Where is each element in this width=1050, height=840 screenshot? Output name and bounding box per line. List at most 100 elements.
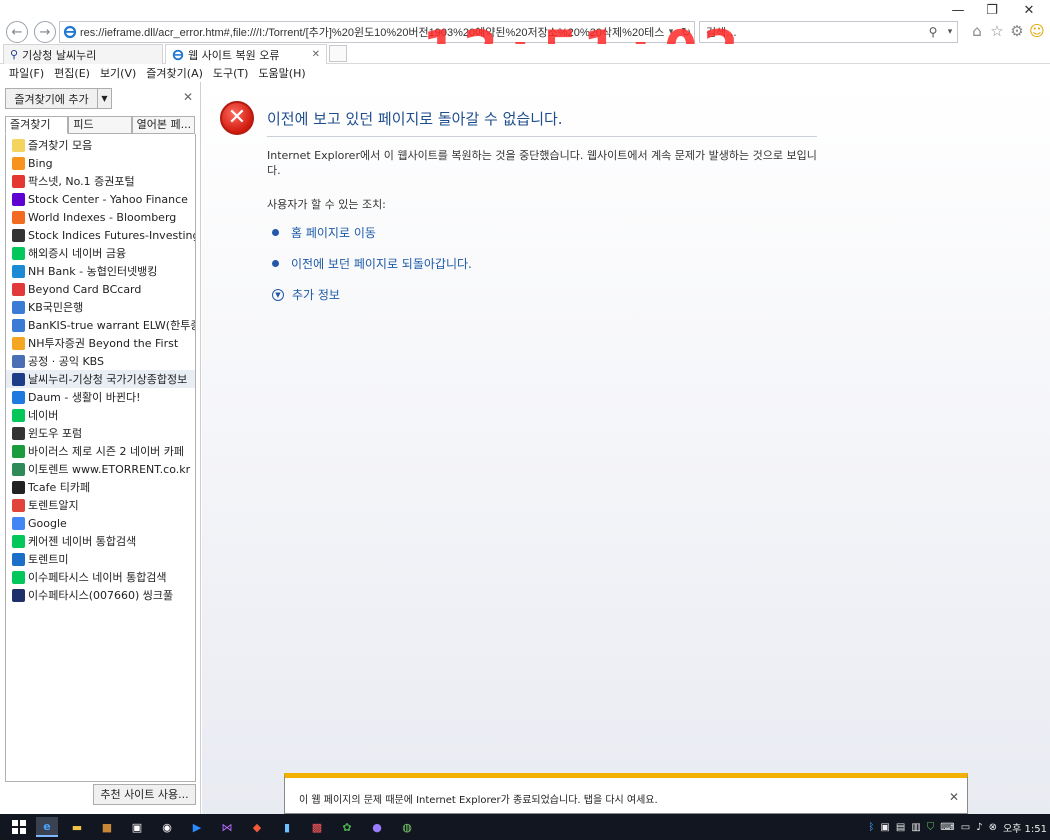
volume-icon[interactable]: ♪: [976, 822, 982, 833]
favorite-item[interactable]: 윈도우 포럼: [6, 424, 195, 442]
favorite-item[interactable]: Stock Indices Futures-Investing.com: [6, 226, 195, 244]
kma-tab-icon: ⚲: [10, 48, 19, 61]
favorite-item[interactable]: KB국민은행: [6, 298, 195, 316]
favorite-item[interactable]: 케어젠 네이버 통합검색: [6, 532, 195, 550]
naver-icon: [12, 408, 25, 422]
clock[interactable]: 오후 1:51: [1003, 820, 1047, 835]
media-player-icon[interactable]: ▶: [186, 817, 208, 837]
home-icon[interactable]: ⌂: [968, 22, 986, 40]
more-info-link[interactable]: ▼ 추가 정보: [272, 286, 340, 303]
shield-icon[interactable]: ⛉: [927, 822, 935, 833]
package-icon[interactable]: ■: [96, 817, 118, 837]
favorite-item[interactable]: 네이버: [6, 406, 195, 424]
app-icon[interactable]: ▣: [126, 817, 148, 837]
tab-feeds[interactable]: 피드: [68, 116, 132, 134]
google-icon: [12, 516, 25, 530]
favorite-item[interactable]: Tcafe 티카페: [6, 478, 195, 496]
search-icon[interactable]: ⚲: [923, 25, 943, 39]
favorites-star-icon[interactable]: ☆: [988, 22, 1006, 40]
close-tab-icon[interactable]: ✕: [312, 49, 320, 60]
app-icon[interactable]: ◉: [156, 817, 178, 837]
favorite-item[interactable]: Daum - 생활이 바뀐다!: [6, 388, 195, 406]
bluetooth-icon[interactable]: ᛒ: [868, 822, 874, 833]
tab-weather[interactable]: ⚲ 기상청 날씨누리: [3, 44, 163, 64]
close-window-icon[interactable]: ✕: [1012, 2, 1046, 20]
favorite-item[interactable]: 해외증시 네이버 금융: [6, 244, 195, 262]
suggested-sites-button[interactable]: 추천 사이트 사용...: [93, 784, 196, 805]
restore-icon[interactable]: ❐: [975, 2, 1009, 20]
add-to-favorites-button[interactable]: 즐겨찾기에 추가 ▼: [5, 88, 112, 109]
menu-edit[interactable]: 편집(E): [49, 65, 95, 81]
menu-file[interactable]: 파일(F): [4, 65, 49, 81]
favorite-item[interactable]: NH투자증권 Beyond the First: [6, 334, 195, 352]
app-icon[interactable]: ◆: [246, 817, 268, 837]
favorite-item[interactable]: 공정 · 공익 KBS: [6, 352, 195, 370]
favorite-label: NH투자증권 Beyond the First: [28, 337, 179, 350]
favorite-item[interactable]: World Indexes - Bloomberg: [6, 208, 195, 226]
favorite-label: 해외증시 네이버 금융: [28, 247, 127, 260]
bullet-icon: [272, 260, 279, 267]
tab-history[interactable]: 열어본 페...: [131, 116, 195, 134]
visual-studio-icon[interactable]: ⋈: [216, 817, 238, 837]
favorite-item[interactable]: 날씨누리-기상청 국가기상종합정보: [6, 370, 195, 388]
favorite-item[interactable]: Bing: [6, 154, 195, 172]
app-icon[interactable]: ▮: [276, 817, 298, 837]
more-info-label[interactable]: 추가 정보: [292, 286, 340, 303]
favorite-item[interactable]: 팍스넷, No.1 증권포털: [6, 172, 195, 190]
menu-tools[interactable]: 도구(T): [208, 65, 254, 81]
go-home-label[interactable]: 홈 페이지로 이동: [291, 224, 376, 241]
tray-app-icon[interactable]: ▤: [896, 822, 905, 833]
smiley-feedback-icon[interactable]: ☺: [1028, 22, 1046, 40]
favorite-item[interactable]: 바이러스 제로 시즌 2 네이버 카페: [6, 442, 195, 460]
taskbar: e ▬ ■ ▣ ◉ ▶ ⋈ ◆ ▮ ▩ ✿ ● ◍ ᛒ ▣ ▤ ▥ ⛉ ⌨ ▭ …: [0, 814, 1050, 840]
tab-restore-error[interactable]: 웹 사이트 복원 오류 ✕: [165, 44, 327, 64]
favorite-label: 토렌트미: [28, 553, 69, 566]
favorite-item[interactable]: 이수페타시스 네이버 통합검색: [6, 568, 195, 586]
close-pane-icon[interactable]: ✕: [183, 90, 193, 104]
internet-explorer-taskbar-icon[interactable]: e: [36, 817, 58, 837]
gear-icon[interactable]: ⚙: [1008, 22, 1026, 40]
favorite-item[interactable]: 이토렌트 www.ETORRENT.co.kr: [6, 460, 195, 478]
file-explorer-icon[interactable]: ▬: [66, 817, 88, 837]
go-home-link[interactable]: 홈 페이지로 이동: [272, 224, 376, 241]
menu-help[interactable]: 도움말(H): [253, 65, 310, 81]
favorite-item[interactable]: Stock Center - Yahoo Finance: [6, 190, 195, 208]
favorite-item[interactable]: 이수페타시스(007660) 씽크풀: [6, 586, 195, 604]
tab-favorites[interactable]: 즐겨찾기: [5, 116, 69, 134]
favorite-item[interactable]: 토렌트미: [6, 550, 195, 568]
app-icon[interactable]: ◍: [396, 817, 418, 837]
favorites-list: 즐겨찾기 모음 Bing 팍스넷, No.1 증권포털 Stock Center - …: [5, 134, 196, 782]
windows-start-icon[interactable]: [8, 817, 30, 837]
favorite-item[interactable]: 즐겨찾기 모음: [6, 136, 195, 154]
favorite-item[interactable]: Beyond Card BCcard: [6, 280, 195, 298]
app-icon[interactable]: ✿: [336, 817, 358, 837]
close-notification-icon[interactable]: ✕: [949, 790, 959, 804]
new-tab-button[interactable]: [329, 45, 347, 62]
ie-logo-icon: [63, 25, 77, 39]
go-back-label[interactable]: 이전에 보던 페이지로 되돌아갑니다.: [291, 255, 472, 272]
favorite-item[interactable]: NH Bank - 농협인터넷뱅킹: [6, 262, 195, 280]
favorite-label: Daum - 생활이 바뀐다!: [28, 391, 141, 404]
favorite-label: 윈도우 포럼: [28, 427, 83, 440]
favorite-item[interactable]: BanKIS-true warrant ELW(한투증권): [6, 316, 195, 334]
tray-app-icon[interactable]: ▣: [880, 822, 889, 833]
menu-view[interactable]: 보기(V): [95, 65, 141, 81]
go-back-link[interactable]: 이전에 보던 페이지로 되돌아갑니다.: [272, 255, 472, 272]
chevron-down-icon[interactable]: ▼: [97, 89, 111, 108]
search-dropdown-icon[interactable]: ▾: [943, 27, 957, 37]
minimize-icon[interactable]: —: [941, 2, 975, 20]
app-icon[interactable]: ▩: [306, 817, 328, 837]
forward-button[interactable]: →: [34, 21, 56, 43]
network-icon[interactable]: ▭: [961, 822, 970, 833]
favorite-item[interactable]: Google: [6, 514, 195, 532]
tab-strip: ⚲ 기상청 날씨누리 웹 사이트 복원 오류 ✕: [0, 44, 1050, 64]
paxnet-icon: [12, 174, 25, 188]
favorite-item[interactable]: 토렌트알지: [6, 496, 195, 514]
keyboard-icon[interactable]: ⌨: [940, 822, 954, 833]
back-button[interactable]: ←: [6, 21, 28, 43]
notification-icon[interactable]: ⊗: [989, 822, 997, 833]
menu-favorites[interactable]: 즐겨찾기(A): [141, 65, 208, 81]
menu-bar: 파일(F) 편집(E) 보기(V) 즐겨찾기(A) 도구(T) 도움말(H): [0, 64, 1050, 82]
app-icon[interactable]: ●: [366, 817, 388, 837]
tray-app-icon[interactable]: ▥: [911, 822, 920, 833]
